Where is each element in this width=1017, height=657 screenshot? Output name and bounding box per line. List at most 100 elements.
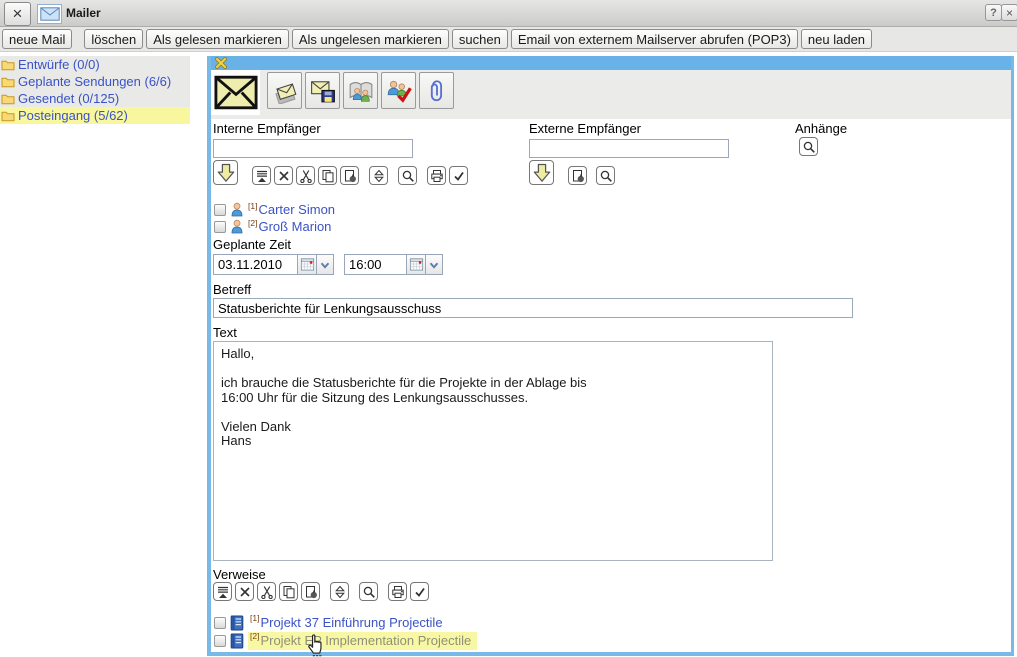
window-title: Mailer (66, 6, 101, 20)
search-button[interactable]: suchen (452, 29, 508, 49)
search-icon (401, 169, 415, 183)
sort-button[interactable] (330, 582, 349, 601)
internal-recipients-input[interactable] (213, 139, 413, 158)
copy-button[interactable] (318, 166, 337, 185)
close-button[interactable]: × (1001, 4, 1017, 21)
paste-button[interactable] (340, 166, 359, 185)
body-textarea[interactable]: Hallo, ich brauche die Statusberichte fü… (213, 341, 773, 561)
compose-toolbar (211, 70, 1011, 119)
copy-button[interactable] (279, 582, 298, 601)
insert-top-button[interactable] (213, 582, 232, 601)
references-toolbar (213, 582, 429, 601)
date-input[interactable] (213, 254, 298, 275)
print-button[interactable] (388, 582, 407, 601)
insert-selected-button[interactable] (529, 160, 554, 185)
contact-ref: [2] (248, 218, 257, 228)
window-titlebar: × Mailer ? × (0, 0, 1017, 27)
search-icon (802, 140, 816, 154)
arrow-down-icon (533, 163, 551, 183)
help-button[interactable]: ? (985, 4, 1002, 21)
clock-button[interactable] (407, 254, 426, 275)
calendar-button[interactable] (298, 254, 317, 275)
folder-label[interactable]: Entwürfe (0/0) (18, 57, 100, 72)
reference-checkbox[interactable] (214, 635, 226, 647)
paste-button[interactable] (301, 582, 320, 601)
compose-mail-tile (211, 70, 260, 115)
chevron-down-icon (427, 258, 441, 272)
assign-contacts-button[interactable] (381, 72, 416, 109)
address-book-button[interactable] (343, 72, 378, 109)
attachments-search-button[interactable] (799, 137, 818, 156)
sidebar-item-posteingang[interactable]: Posteingang (5/62) (0, 107, 190, 124)
date-picker (213, 254, 334, 275)
save-mail-button[interactable] (305, 72, 340, 109)
time-picker (344, 254, 443, 275)
paste-button[interactable] (568, 166, 587, 185)
chevron-down-icon (318, 258, 332, 272)
delete-icon (238, 585, 252, 599)
search-icon (599, 169, 613, 183)
folder-label[interactable]: Posteingang (5/62) (18, 108, 128, 123)
cut-icon (260, 585, 274, 599)
reference-checkbox[interactable] (214, 617, 226, 629)
search-button[interactable] (359, 582, 378, 601)
search-button[interactable] (596, 166, 615, 185)
print-button[interactable] (427, 166, 446, 185)
subject-label: Betreff (213, 282, 251, 297)
window-close-button[interactable]: × (4, 2, 31, 26)
sort-button[interactable] (369, 166, 388, 185)
paste-icon (304, 585, 318, 599)
subject-input[interactable] (213, 298, 853, 318)
new-mail-button[interactable]: neue Mail (2, 29, 72, 49)
mark-unread-button[interactable]: Als ungelesen markieren (292, 29, 449, 49)
confirm-button[interactable] (449, 166, 468, 185)
contact-link[interactable]: Carter Simon (258, 202, 335, 217)
assign-contacts-icon (386, 78, 412, 104)
time-input[interactable] (344, 254, 407, 275)
delete-button[interactable] (274, 166, 293, 185)
address-book-icon (348, 78, 374, 104)
delete-icon (277, 169, 291, 183)
print-icon (430, 169, 444, 183)
copy-icon (321, 169, 335, 183)
person-icon (230, 219, 244, 234)
confirm-button[interactable] (410, 582, 429, 601)
date-dropdown-button[interactable] (317, 254, 334, 275)
sidebar-item-entwuerfe[interactable]: Entwürfe (0/0) (0, 56, 190, 73)
cut-button[interactable] (257, 582, 276, 601)
folder-icon (1, 110, 15, 122)
paste-icon (571, 169, 585, 183)
sidebar-item-gesendet[interactable]: Gesendet (0/125) (0, 90, 190, 107)
cut-icon (299, 169, 313, 183)
reference-link[interactable]: Projekt 37 Einführung Projectile (260, 615, 442, 630)
folder-label[interactable]: Gesendet (0/125) (18, 91, 119, 106)
insert-selected-button[interactable] (213, 160, 238, 185)
internal-recipients-toolbar (213, 160, 468, 185)
contact-checkbox[interactable] (214, 204, 226, 216)
attach-file-button[interactable] (419, 72, 454, 109)
reference-link[interactable]: Projekt EP Implementation Projectile (260, 633, 471, 648)
contact-checkbox[interactable] (214, 221, 226, 233)
folder-icon (1, 59, 15, 71)
time-dropdown-button[interactable] (426, 254, 443, 275)
search-button[interactable] (398, 166, 417, 185)
insert-top-icon (216, 585, 230, 599)
delete-button[interactable]: löschen (84, 29, 143, 49)
scheduled-time-label: Geplante Zeit (213, 237, 291, 252)
panel-close-icon[interactable] (215, 57, 227, 69)
external-recipients-input[interactable] (529, 139, 729, 158)
folder-label[interactable]: Geplante Sendungen (6/6) (18, 74, 171, 89)
insert-top-button[interactable] (252, 166, 271, 185)
sidebar-item-geplante-sendungen[interactable]: Geplante Sendungen (6/6) (0, 73, 190, 90)
send-mail-button[interactable] (267, 72, 302, 109)
reference-ref: [1] (250, 613, 259, 623)
mark-read-button[interactable]: Als gelesen markieren (146, 29, 289, 49)
folder-icon (1, 76, 15, 88)
folder-sidebar: Entwürfe (0/0) Geplante Sendungen (6/6) … (0, 56, 190, 124)
cut-button[interactable] (296, 166, 315, 185)
reload-button[interactable]: neu laden (801, 29, 872, 49)
contact-link[interactable]: Groß Marion (258, 219, 331, 234)
fetch-pop3-button[interactable]: Email von externem Mailserver abrufen (P… (511, 29, 798, 49)
reference-row: [1] Projekt 37 Einführung Projectile (214, 614, 449, 631)
delete-button[interactable] (235, 582, 254, 601)
